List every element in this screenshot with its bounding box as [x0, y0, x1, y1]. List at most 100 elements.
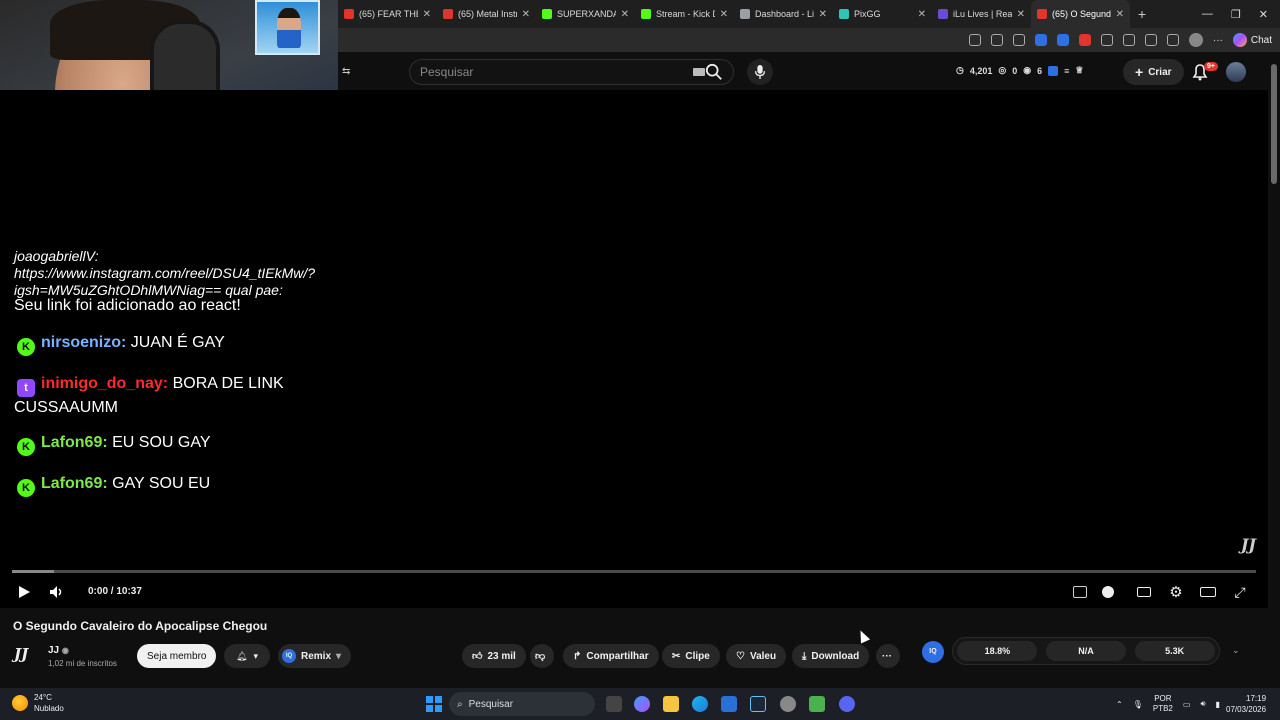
like-button[interactable]: 👍︎ 23 mil [462, 644, 526, 668]
extension-icon[interactable] [1012, 34, 1025, 46]
iq-value-count: 5.3K [1134, 641, 1215, 661]
tab-title: PixGG [854, 9, 881, 19]
browser-tab[interactable]: (65) Metal Instrum ✕ [437, 0, 536, 28]
close-window-icon[interactable]: ✕ [1259, 8, 1268, 21]
tab-close-icon[interactable]: ✕ [720, 9, 728, 20]
stat-b: 6 [1037, 65, 1043, 76]
subtitles-button[interactable] [1134, 582, 1154, 602]
speaker-icon[interactable]: 🔊︎ [1200, 699, 1205, 709]
channel-avatar[interactable]: JJ [14, 645, 40, 667]
new-tab-button[interactable]: + [1130, 6, 1154, 22]
store-icon[interactable] [721, 696, 737, 712]
taskbar-search[interactable]: ⌕ Pesquisar [449, 692, 595, 716]
iq-player-button[interactable] [1070, 582, 1090, 602]
browser-tab[interactable]: SUPERXANDAO S ✕ [536, 0, 635, 28]
settings-button[interactable]: ⚙ [1166, 582, 1186, 602]
twitch-icon: t [17, 379, 35, 397]
theater-mode-button[interactable] [1198, 582, 1218, 602]
download-button[interactable]: ⤓ Download [792, 644, 870, 668]
display-icon[interactable]: ▭ [1183, 700, 1191, 709]
profile-avatar[interactable] [1188, 33, 1203, 47]
voice-search-button[interactable] [747, 59, 773, 85]
obs-icon[interactable] [780, 696, 796, 712]
favorites-icon[interactable] [1144, 34, 1157, 46]
kick-icon: K [17, 338, 35, 356]
list-icon[interactable]: ≡ [1064, 66, 1069, 76]
subtitles-icon [1137, 587, 1151, 597]
extension-blue-icon[interactable] [1034, 34, 1047, 46]
remix-button[interactable]: IQ Remix ▾ [278, 644, 352, 668]
trophy-icon[interactable]: ♕ [1075, 65, 1083, 76]
browser-tab[interactable]: PixGG ✕ [833, 0, 932, 28]
user-avatar[interactable] [1226, 62, 1246, 82]
browser-tab[interactable]: iLu Lives | React ✕ [932, 0, 1031, 28]
tab-favicon-icon [344, 9, 354, 19]
tab-close-icon[interactable]: ✕ [522, 9, 530, 20]
restore-icon[interactable]: ❐ [1231, 8, 1241, 21]
clip-button[interactable]: ✂ Clipe [662, 644, 720, 668]
thanks-button[interactable]: ♡ Valeu [726, 644, 787, 668]
tab-close-icon[interactable]: ✕ [423, 9, 431, 20]
more-menu-icon[interactable]: ··· [1213, 35, 1223, 46]
search-input[interactable]: Pesquisar [420, 65, 693, 79]
join-button[interactable]: Seja membro [137, 644, 217, 668]
copilot-chat-button[interactable]: Chat [1232, 33, 1272, 47]
chevron-down-icon: ▾ [253, 650, 258, 661]
extensions-puzzle-icon[interactable] [1100, 34, 1113, 46]
menu-icon[interactable]: ⇆ [342, 66, 350, 77]
weather-widget[interactable]: 24°C Nublado [12, 692, 64, 714]
iq-extension-icon[interactable] [1048, 65, 1059, 76]
iq-badge[interactable]: IQ [922, 641, 944, 663]
battery-icon[interactable]: ▮ [1215, 700, 1219, 709]
iq-icon [1073, 586, 1087, 598]
progress-bar[interactable] [12, 570, 1256, 573]
browser-tab[interactable]: (65) FEAR THE CL ✕ [338, 0, 437, 28]
tray-chevron-up-icon[interactable]: ⌃ [1116, 700, 1123, 709]
page-scrollbar[interactable] [1268, 52, 1280, 684]
tab-title: (65) Metal Instrum [458, 9, 517, 19]
tab-close-icon[interactable]: ✕ [1116, 9, 1124, 20]
file-explorer-icon[interactable] [663, 696, 679, 712]
tab-close-icon[interactable]: ✕ [1017, 9, 1025, 20]
channel-name[interactable]: JJ ◉ [48, 645, 69, 656]
search-box[interactable]: Pesquisar [409, 59, 734, 85]
autoplay-toggle[interactable] [1098, 582, 1118, 602]
extension-red-icon[interactable] [1078, 34, 1091, 46]
task-view-icon[interactable] [606, 696, 622, 712]
tab-favicon-icon [839, 9, 849, 19]
discord-icon[interactable] [839, 696, 855, 712]
more-actions-button[interactable]: ··· [876, 644, 900, 668]
microphone-tray-icon[interactable]: 🎙︎ [1133, 700, 1143, 709]
translate-icon[interactable] [1056, 34, 1069, 46]
search-icon[interactable] [705, 63, 723, 81]
start-button[interactable] [426, 696, 442, 712]
tab-close-icon[interactable]: ✕ [621, 9, 629, 20]
scrollbar-thumb[interactable] [1271, 64, 1277, 184]
share-button[interactable]: ↱ Compartilhar [563, 644, 659, 668]
downloads-icon[interactable] [1166, 34, 1179, 46]
volume-button[interactable] [47, 582, 67, 602]
tab-close-icon[interactable]: ✕ [918, 9, 926, 20]
browser-tab[interactable]: Stream - Kick Das ✕ [635, 0, 734, 28]
taskbar-clock[interactable]: 17:19 07/03/2026 [1226, 693, 1266, 715]
dislike-button[interactable]: 👎︎ [530, 644, 554, 668]
split-screen-icon[interactable] [1122, 34, 1135, 46]
bookmark-star-icon[interactable] [990, 34, 1003, 46]
play-button[interactable] [14, 582, 34, 602]
copilot-taskbar-icon[interactable] [634, 696, 650, 712]
keyboard-icon[interactable] [693, 68, 705, 76]
browser-tab[interactable]: Dashboard - Live ✕ [734, 0, 833, 28]
minimize-icon[interactable]: — [1202, 8, 1213, 21]
screen-share-icon[interactable] [968, 34, 981, 46]
iq-expand-chevron-icon[interactable]: ⌄ [1232, 645, 1240, 656]
tab-close-icon[interactable]: ✕ [819, 9, 827, 20]
steam-icon[interactable] [750, 696, 766, 712]
subscription-bell-button[interactable]: 🔔︎ ▾ [224, 644, 270, 668]
edge-browser-icon[interactable] [692, 696, 708, 712]
app-green-icon[interactable] [809, 696, 825, 712]
circle-icon: ◎ [998, 65, 1007, 75]
create-button[interactable]: + Criar [1123, 59, 1184, 85]
language-indicator[interactable]: POR PTB2 [1153, 694, 1173, 714]
fullscreen-button[interactable]: ⤢ [1230, 582, 1250, 602]
browser-tab[interactable]: (65) O Segundo C ✕ [1031, 0, 1130, 28]
